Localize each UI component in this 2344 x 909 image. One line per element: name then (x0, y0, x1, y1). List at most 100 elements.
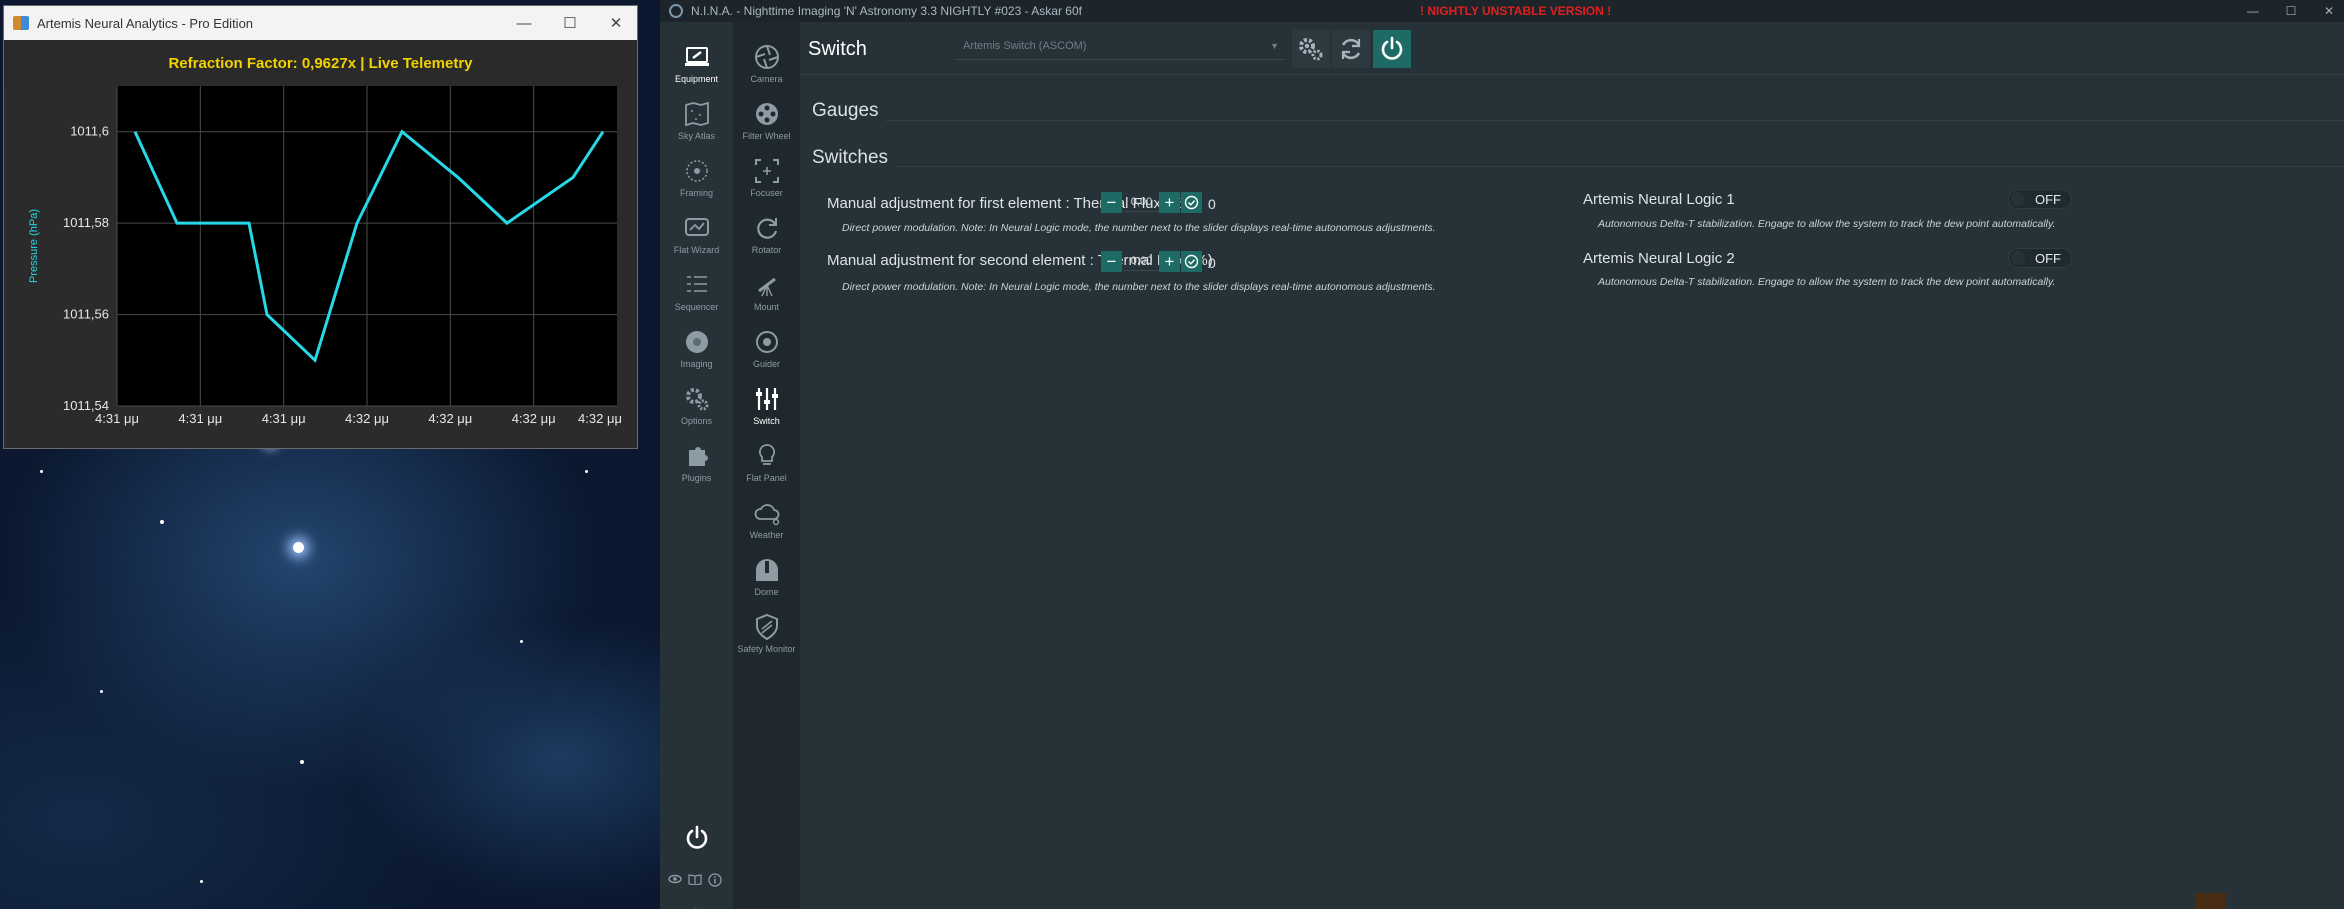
nav-item-label: Framing (679, 188, 713, 198)
switch-toolbar: Switch Artemis Switch (ASCOM) ▼ (800, 22, 2344, 74)
nav-item-sequencer[interactable]: Sequencer (663, 265, 730, 321)
nav-item-label: Safety Monitor (737, 644, 796, 654)
toggle-state: OFF (2035, 192, 2061, 207)
star (300, 760, 304, 764)
nav-item-imaging[interactable]: Imaging (663, 322, 730, 378)
switch-value-input[interactable]: 0,00 (1124, 192, 1159, 212)
rotator-icon (756, 218, 777, 239)
nav-item-filter-wheel[interactable]: Filter Wheel (733, 94, 800, 150)
minimize-button[interactable]: — (501, 6, 547, 40)
nav-item-label: Options (680, 416, 713, 426)
y-tick-label: 1011,56 (63, 307, 109, 322)
filter-wheel-icon (755, 103, 778, 125)
nav-item-label: Weather (749, 530, 784, 540)
framing-icon (685, 160, 708, 182)
options-icon (685, 388, 708, 411)
nav-item-label: Dome (754, 587, 779, 597)
power-icon[interactable] (684, 825, 710, 851)
decrease-button[interactable]: − (1101, 251, 1122, 272)
nav-item-label: Sky Atlas (677, 131, 715, 141)
switch-description: Autonomous Delta-T stabilization. Engage… (1598, 218, 2056, 230)
divider (896, 166, 2344, 167)
nav-item-dome[interactable]: Dome (733, 550, 800, 606)
info-icon[interactable] (708, 873, 722, 887)
guider-icon (755, 331, 778, 353)
app-icon (13, 16, 29, 30)
neural-logic-1-toggle[interactable]: OFF (2008, 189, 2072, 209)
nav-item-equipment[interactable]: Equipment (663, 37, 730, 93)
analytics-title-bar[interactable]: Artemis Neural Analytics - Pro Edition —… (4, 6, 637, 40)
nav-item-label: Flat Panel (746, 473, 787, 483)
nav-item-label: Switch (753, 416, 780, 426)
nav-item-camera[interactable]: Camera (733, 37, 800, 93)
switch-name: Artemis Neural Logic 2 (1583, 250, 1735, 267)
nav-item-label: Rotator (751, 245, 782, 255)
nav-item-mount[interactable]: Mount (733, 265, 800, 321)
nav-item-guider[interactable]: Guider (733, 322, 800, 378)
book-icon[interactable] (688, 873, 702, 885)
eye-icon[interactable] (668, 873, 682, 885)
switch-value-input[interactable]: 0,00 (1124, 251, 1159, 271)
background-window-edge (2195, 893, 2225, 909)
star (40, 470, 43, 473)
star (160, 520, 164, 524)
rescan-devices-button[interactable] (1332, 30, 1370, 68)
nav-item-label: Equipment (674, 74, 719, 84)
nina-window: N.I.N.A. - Nighttime Imaging 'N' Astrono… (660, 0, 2344, 909)
x-tick-label: 4:32 μμ (428, 411, 472, 426)
apply-button[interactable] (1181, 251, 1202, 272)
analytics-window: Artemis Neural Analytics - Pro Edition —… (3, 5, 638, 449)
nav-item-label: Plugins (681, 473, 712, 483)
focuser-icon (754, 159, 779, 183)
apply-button[interactable] (1181, 192, 1202, 213)
gauges-heading: Gauges (812, 100, 879, 121)
star (585, 470, 588, 473)
pressure-chart: 1011,61011,581011,561011,544:31 μμ 4:31 μ… (28, 86, 622, 426)
nav-item-flat-panel[interactable]: Flat Panel (733, 436, 800, 492)
nav-item-framing[interactable]: Framing (663, 151, 730, 207)
nav-item-label: Imaging (680, 359, 713, 369)
equipment-navigation: Camera Filter Wheel Focuser Rotator Mount Gui… (733, 22, 800, 909)
decrease-button[interactable]: − (1101, 192, 1122, 213)
switch-current-value: 0 (1208, 196, 1216, 212)
switch-panel: Switch Artemis Switch (ASCOM) ▼ Gauges S… (800, 22, 2344, 909)
switch-description: Autonomous Delta-T stabilization. Engage… (1598, 276, 2056, 288)
nav-item-switch[interactable]: Switch (733, 379, 800, 435)
neural-logic-2-toggle[interactable]: OFF (2008, 248, 2072, 268)
close-button[interactable]: ✕ (593, 6, 639, 40)
y-axis-label: Pressure (hPa) (28, 209, 40, 283)
nav-item-label: Camera (750, 74, 783, 84)
switch-current-value: 0 (1208, 255, 1216, 271)
nav-item-safety-monitor[interactable]: Safety Monitor (733, 607, 800, 663)
device-selector[interactable]: Artemis Switch (ASCOM) ▼ (955, 36, 1285, 60)
increase-button[interactable]: + (1159, 251, 1180, 272)
star (100, 690, 103, 693)
maximize-button[interactable]: ☐ (547, 6, 593, 40)
switches-heading: Switches (812, 147, 889, 168)
nav-item-sky-atlas[interactable]: Sky Atlas (663, 94, 730, 150)
nina-title-bar[interactable]: N.I.N.A. - Nighttime Imaging 'N' Astrono… (660, 0, 2344, 22)
switch-description: Direct power modulation. Note: In Neural… (842, 281, 1436, 293)
page-title: Switch (808, 38, 867, 60)
connect-button[interactable] (1373, 30, 1411, 68)
nav-item-flat-wizard[interactable]: Flat Wizard (663, 208, 730, 264)
star (200, 880, 203, 883)
check-circle-icon (1184, 254, 1199, 269)
close-button[interactable]: ✕ (2306, 0, 2344, 22)
nav-item-focuser[interactable]: Focuser (733, 151, 800, 207)
dome-icon (755, 559, 778, 581)
increase-button[interactable]: + (1159, 192, 1180, 213)
switch-name: Artemis Neural Logic 1 (1583, 191, 1735, 208)
x-tick-label: 4:31 μμ (95, 411, 139, 426)
nav-item-weather[interactable]: Weather (733, 493, 800, 549)
settings-button[interactable] (1292, 30, 1330, 68)
nav-item-label: Flat Wizard (673, 245, 720, 255)
nav-item-label: Filter Wheel (742, 131, 791, 141)
mount-icon (757, 277, 776, 297)
chart-header: Refraction Factor: 0,9627x | Live Teleme… (4, 40, 637, 86)
x-tick-label: 4:32 μμ (512, 411, 556, 426)
nav-item-options[interactable]: Options (663, 379, 730, 435)
nav-item-rotator[interactable]: Rotator (733, 208, 800, 264)
nav-item-plugins[interactable]: Plugins (663, 436, 730, 492)
star (520, 640, 523, 643)
